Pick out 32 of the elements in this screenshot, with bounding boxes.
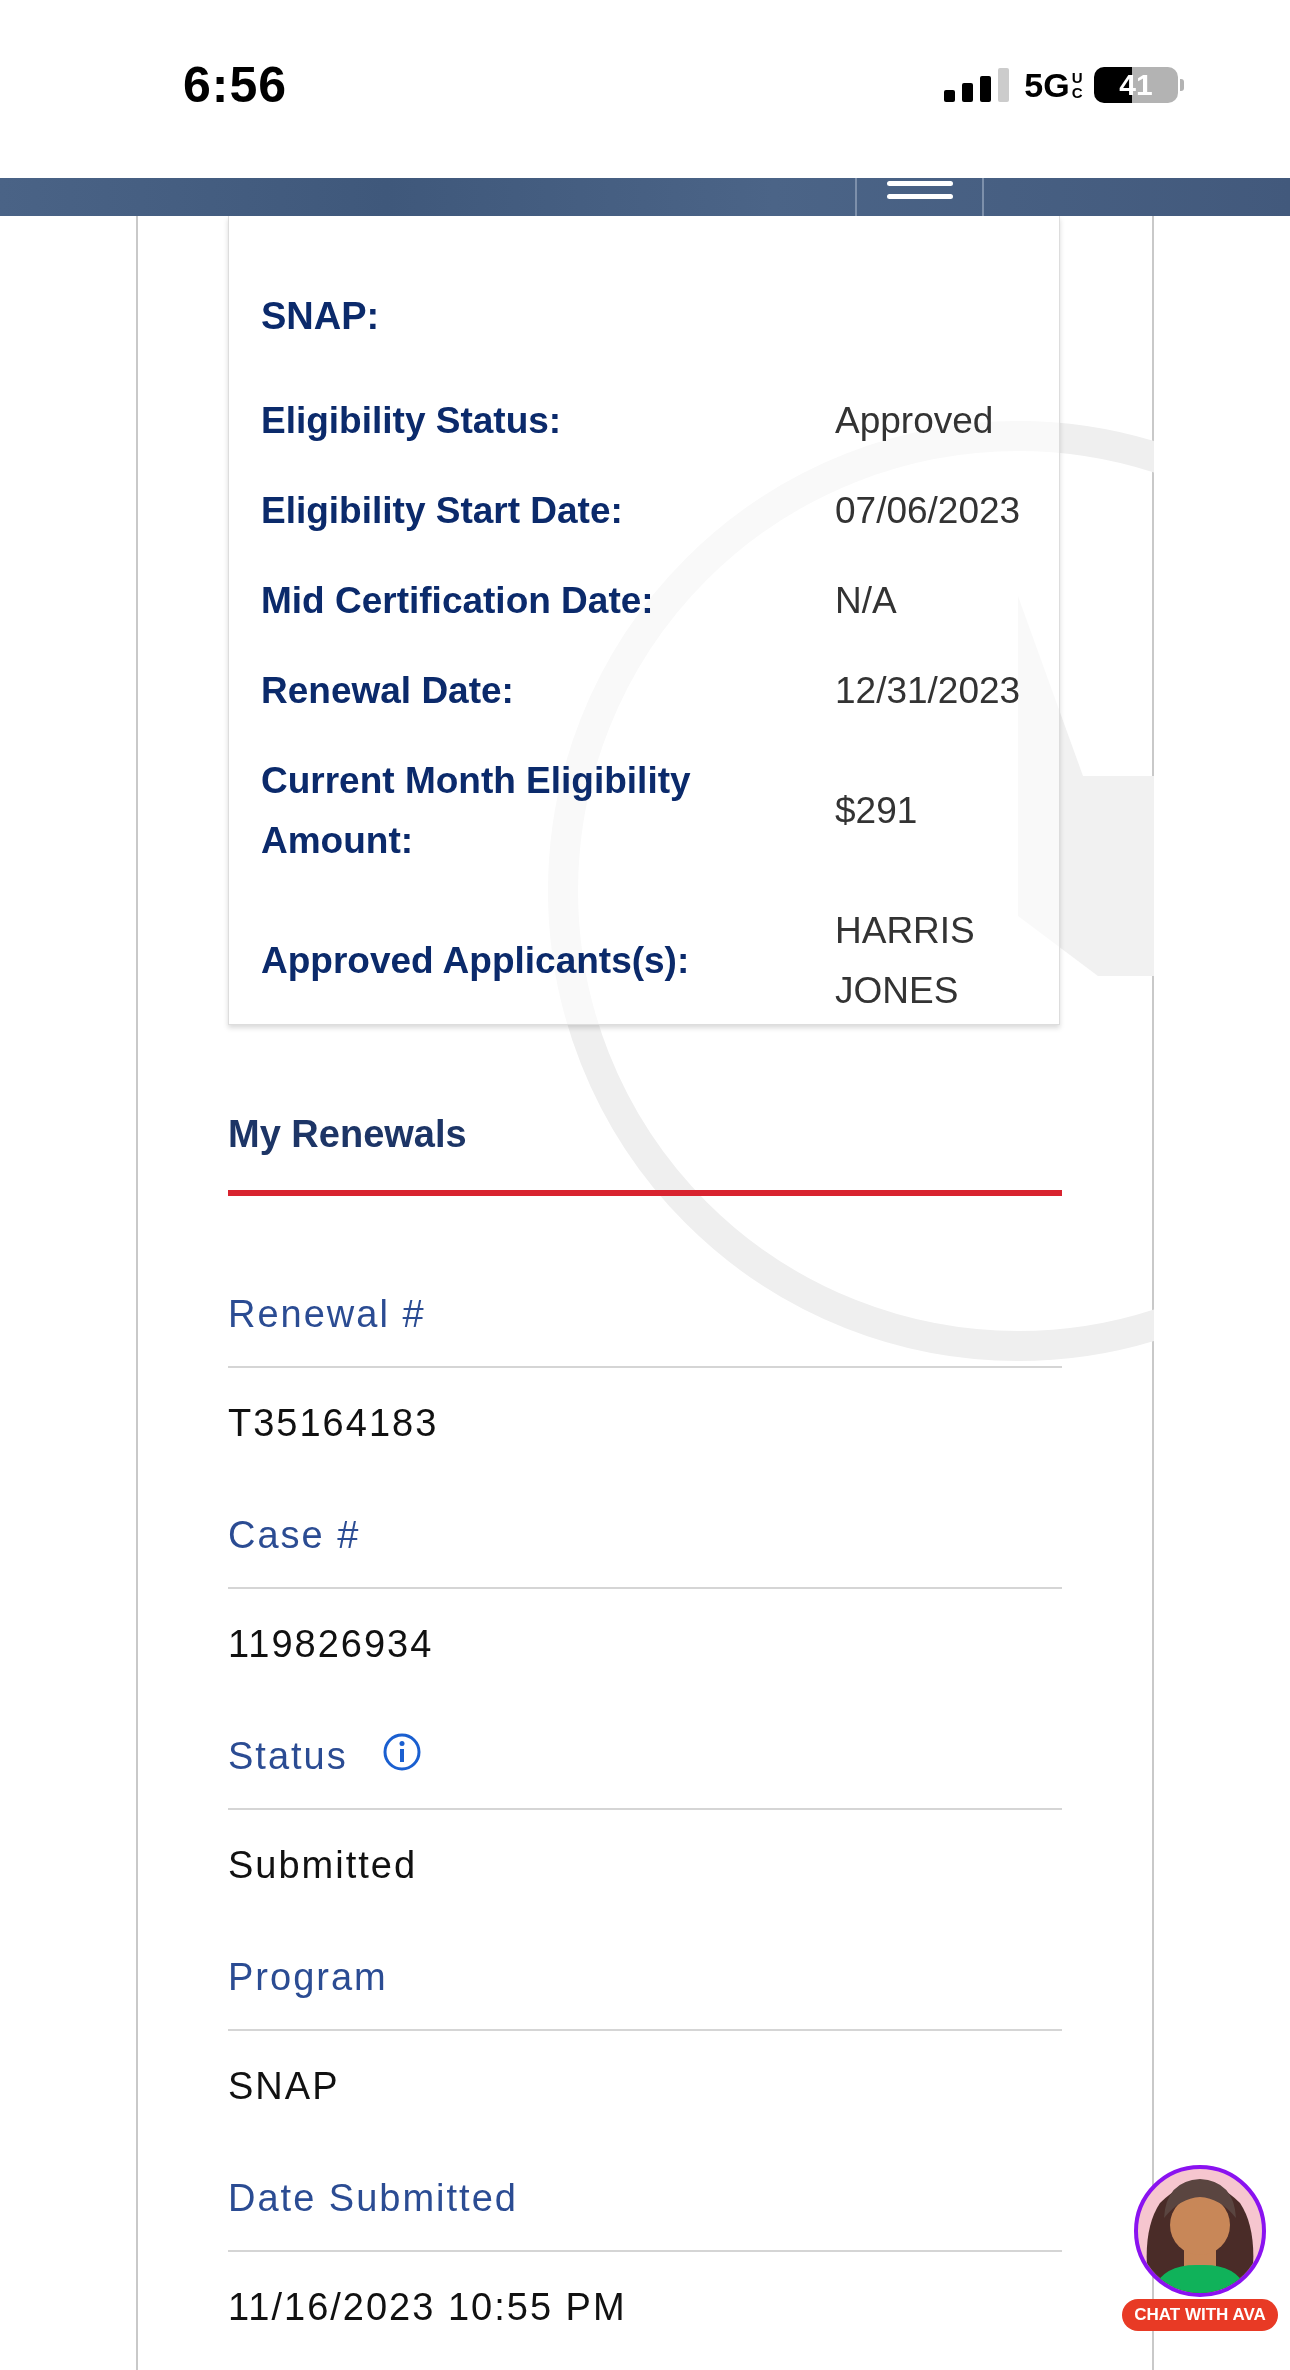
field-label: Case #	[228, 1514, 361, 1557]
field-label: Date Submitted	[228, 2177, 518, 2220]
field-label: Approved Applicants(s):	[261, 939, 691, 983]
clock-time: 6:56	[183, 56, 288, 114]
signal-icon	[944, 68, 1011, 102]
network-type-text: UC	[1071, 70, 1080, 100]
field-label: Program	[228, 1956, 388, 1999]
field-value: Approved	[835, 399, 995, 443]
field-value: Submitted	[228, 1843, 419, 1888]
card-title: SNAP:	[261, 294, 381, 339]
field-label: Mid Certification Date:	[261, 579, 655, 623]
avatar-icon	[1134, 2165, 1266, 2297]
field-value: 11/16/2023 10:55 PM	[228, 2285, 628, 2330]
field-value: 12/31/2023	[835, 669, 1022, 713]
field-value: $291	[835, 789, 919, 833]
field-label: Renewal #	[228, 1293, 426, 1336]
field-label: Current Month Eligibility Amount:	[261, 759, 692, 863]
network-label: 5G	[1024, 65, 1070, 105]
field-label: Eligibility Status:	[261, 399, 563, 443]
chat-button[interactable]: CHAT WITH AVA	[1120, 2165, 1280, 2331]
menu-icon[interactable]	[886, 178, 953, 200]
field-value: 119826934	[228, 1622, 435, 1667]
field-value: N/A	[835, 579, 898, 623]
info-icon[interactable]	[381, 1732, 422, 1772]
field-label: Status	[228, 1735, 348, 1778]
field-value: SNAP	[228, 2064, 341, 2109]
field-label: Renewal Date:	[261, 669, 515, 713]
field-value: 07/06/2023	[835, 489, 1022, 533]
field-value: T35164183	[228, 1401, 440, 1446]
field-label: Eligibility Start Date:	[261, 489, 624, 533]
field-value: HARRIS JONES	[835, 909, 976, 1013]
section-heading: My Renewals	[228, 1113, 1062, 1196]
